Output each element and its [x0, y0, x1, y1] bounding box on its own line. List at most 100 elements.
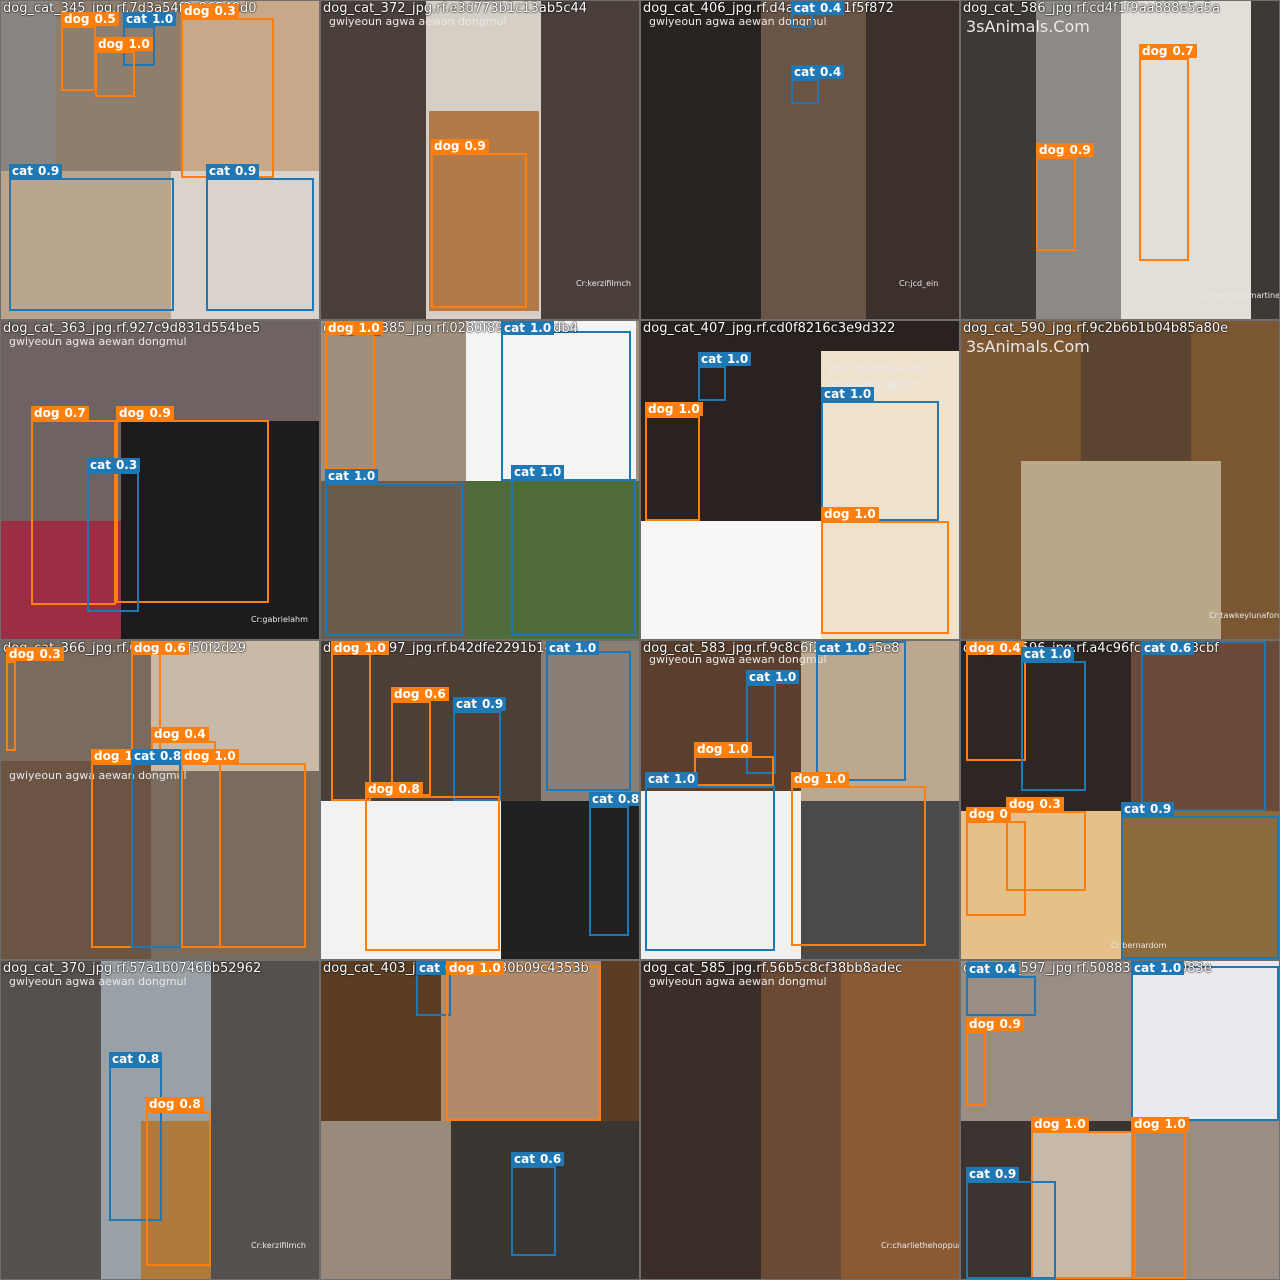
- confidence-score: 0.9: [234, 164, 257, 178]
- cat-detection-label: cat 1.0: [816, 641, 870, 655]
- cat-detection-label: cat 0.6: [511, 1152, 565, 1166]
- confidence-score: 1.0: [1049, 647, 1072, 661]
- class-name: dog: [648, 402, 674, 416]
- cat-detection-box: [821, 401, 939, 521]
- class-name: cat: [504, 321, 525, 335]
- confidence-score: 0.4: [819, 65, 842, 79]
- class-name: dog: [1009, 797, 1035, 811]
- class-name: dog: [1142, 44, 1168, 58]
- class-name: cat: [1124, 802, 1145, 816]
- confidence-score: 1.0: [358, 321, 380, 335]
- cat-detection-box: [9, 178, 174, 311]
- image-region: [761, 1, 866, 319]
- dog-detection-label: dog 1.0: [821, 507, 879, 521]
- class-name: dog: [64, 12, 90, 26]
- image-filename: dog_cat_585_jpg.rf.56b5c8cf38bb8adec: [643, 961, 903, 976]
- confidence-score: 1.0: [364, 641, 386, 655]
- image-filename: dog_cat_586_jpg.rf.cd4f1f9aa888e5a5a: [963, 1, 1220, 16]
- class-name: cat: [12, 164, 33, 178]
- confidence-score: 1.0: [727, 742, 749, 756]
- class-name: cat: [1134, 961, 1155, 975]
- cat-detection-box: [501, 331, 631, 481]
- cat-detection-box: [546, 651, 631, 791]
- cat-detection-box: [87, 472, 139, 612]
- dog-detection-label: dog 1.0: [95, 37, 153, 51]
- cat-detection-label: cat 0.9: [1121, 802, 1175, 816]
- confidence-score: 1.0: [854, 507, 876, 521]
- class-name: dog: [969, 641, 995, 655]
- class-name: dog: [98, 37, 124, 51]
- confidence-score: 1.0: [844, 641, 867, 655]
- dog-detection-box: [791, 786, 926, 946]
- cat-detection-label: cat 0.4: [791, 65, 845, 79]
- dog-detection-label: dog 1.0: [446, 961, 504, 975]
- cat-detection-box: [791, 79, 819, 104]
- cat-detection-label: cat 0.9: [9, 164, 63, 178]
- image-filename: dog_cat_363_jpg.rf.927c9d831d554be5: [3, 321, 261, 336]
- cat-detection-box: [966, 1181, 1056, 1279]
- image-filename: dog_cat_370_jpg.rf.57a1b0746bb52962: [3, 961, 262, 976]
- cat-detection-box: [1141, 641, 1266, 811]
- cat-detection-label: cat 0.3: [87, 458, 141, 472]
- confidence-score: 0.3: [1039, 797, 1061, 811]
- dog-detection-label: dog 0.9: [431, 139, 489, 153]
- watermark-text: gwiyeoun agwa aewan dongmul: [9, 335, 187, 348]
- dog-detection-box: [1139, 58, 1189, 261]
- class-name: cat: [328, 469, 349, 483]
- cat-detection-label: cat 0.8: [131, 749, 185, 763]
- dog-detection-label: dog 0.3: [1006, 797, 1064, 811]
- dog-detection-box: [645, 416, 700, 521]
- confidence-score: 0.6: [1169, 641, 1192, 655]
- dog-detection-label: dog 0.9: [1036, 143, 1094, 157]
- class-name: dog: [149, 1097, 175, 1111]
- dog-detection-box: [1131, 1131, 1186, 1279]
- class-name: cat: [592, 792, 613, 806]
- mosaic-tile: gwiyeoun agwa aewan dongmul Cr:kerzifilmc…: [1, 961, 319, 1279]
- cat-detection-label: cat 1.0: [1021, 647, 1075, 661]
- class-name: cat: [1144, 641, 1165, 655]
- mosaic-tile: gwiyeoun agwa aewan dongmul Cr:jcd_ein cat…: [641, 1, 959, 319]
- mosaic-tile: cat0.9dog1.0cat0.6dog_cat_403_jpg.rf.4b8…: [321, 961, 639, 1279]
- dog-detection-box: [6, 661, 16, 751]
- cat-detection-box: [1021, 661, 1086, 791]
- confidence-score: 0.4: [999, 641, 1021, 655]
- confidence-score: 0.7: [1172, 44, 1194, 58]
- class-name: cat: [90, 458, 111, 472]
- confidence-score: 0.7: [64, 406, 86, 420]
- confidence-score: 0.8: [137, 1052, 160, 1066]
- class-name: cat: [112, 1052, 133, 1066]
- dog-detection-box: [181, 763, 306, 948]
- class-name: dog: [794, 772, 820, 786]
- cat-detection-label: cat 0.9: [453, 697, 507, 711]
- dog-detection-box: [365, 796, 500, 951]
- image-region: [641, 1, 761, 319]
- confidence-score: 0.8: [617, 792, 639, 806]
- confidence-score: 0.3: [115, 458, 138, 472]
- confidence-score: 1.0: [529, 321, 552, 335]
- dog-detection-box: [694, 756, 774, 786]
- class-name: dog: [449, 961, 475, 975]
- confidence-score: 0.9: [37, 164, 60, 178]
- confidence-score: 1.0: [1064, 1117, 1086, 1131]
- dog-detection-label: dog 0.9: [966, 1017, 1024, 1031]
- confidence-score: 1.0: [151, 12, 174, 26]
- watermark-text: gwiyeoun agwa aewan dongmul: [9, 975, 187, 988]
- mosaic-tile: gwiyeoun agwa aewan dongmul Cr:charliethe…: [641, 961, 959, 1279]
- dog-detection-box: [1036, 157, 1076, 251]
- cat-detection-label: cat 0.9: [206, 164, 260, 178]
- image-filename: dog_cat_406_jpg.rf.d4a46b23b1f5f872: [643, 1, 894, 16]
- class-name: dog: [334, 641, 360, 655]
- dog-detection-box: [966, 641, 1026, 761]
- watermark-text: Cr:bernardomartinez106: [1201, 291, 1279, 300]
- confidence-score: 0.4: [184, 727, 206, 741]
- class-name: dog: [697, 742, 723, 756]
- class-name: cat: [456, 697, 477, 711]
- dog-detection-box: [331, 641, 371, 801]
- confidence-score: 1.0: [726, 352, 749, 366]
- cat-detection-label: cat 1.0: [511, 465, 565, 479]
- confidence-score: 1.0: [1159, 961, 1182, 975]
- confidence-score: 1.0: [479, 961, 501, 975]
- class-name: dog: [328, 321, 354, 335]
- cat-detection-label: cat 0.4: [966, 962, 1020, 976]
- dog-detection-label: dog 1.0: [325, 321, 383, 335]
